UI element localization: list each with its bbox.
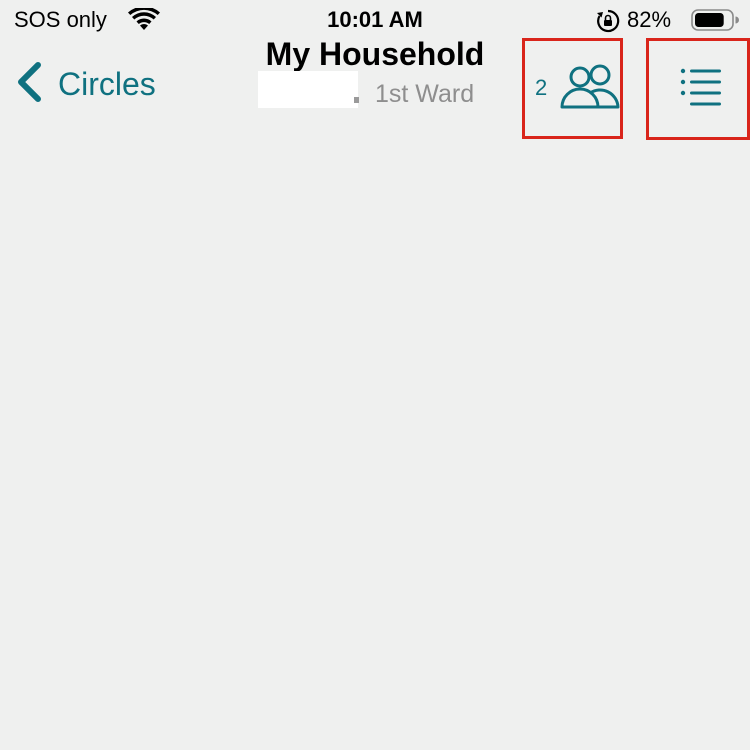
redacted-subtitle-block bbox=[258, 71, 358, 108]
navigation-bar: Circles My Household 1st Ward 2 bbox=[0, 36, 750, 142]
empty-content-area bbox=[0, 142, 750, 750]
list-menu-icon bbox=[679, 67, 723, 112]
members-button[interactable]: 2 bbox=[522, 38, 623, 139]
people-icon bbox=[559, 64, 621, 115]
member-count-badge: 2 bbox=[535, 75, 548, 100]
page-subtitle: 1st Ward bbox=[375, 80, 475, 108]
battery-percent: 82% bbox=[627, 7, 672, 32]
status-bar: SOS only 10:01 AM 82% bbox=[0, 0, 750, 40]
list-menu-button[interactable] bbox=[646, 38, 750, 140]
battery-icon bbox=[691, 9, 739, 36]
redaction-edge bbox=[354, 97, 359, 103]
page-title: My Household bbox=[265, 36, 485, 72]
orientation-lock-icon bbox=[596, 9, 620, 38]
